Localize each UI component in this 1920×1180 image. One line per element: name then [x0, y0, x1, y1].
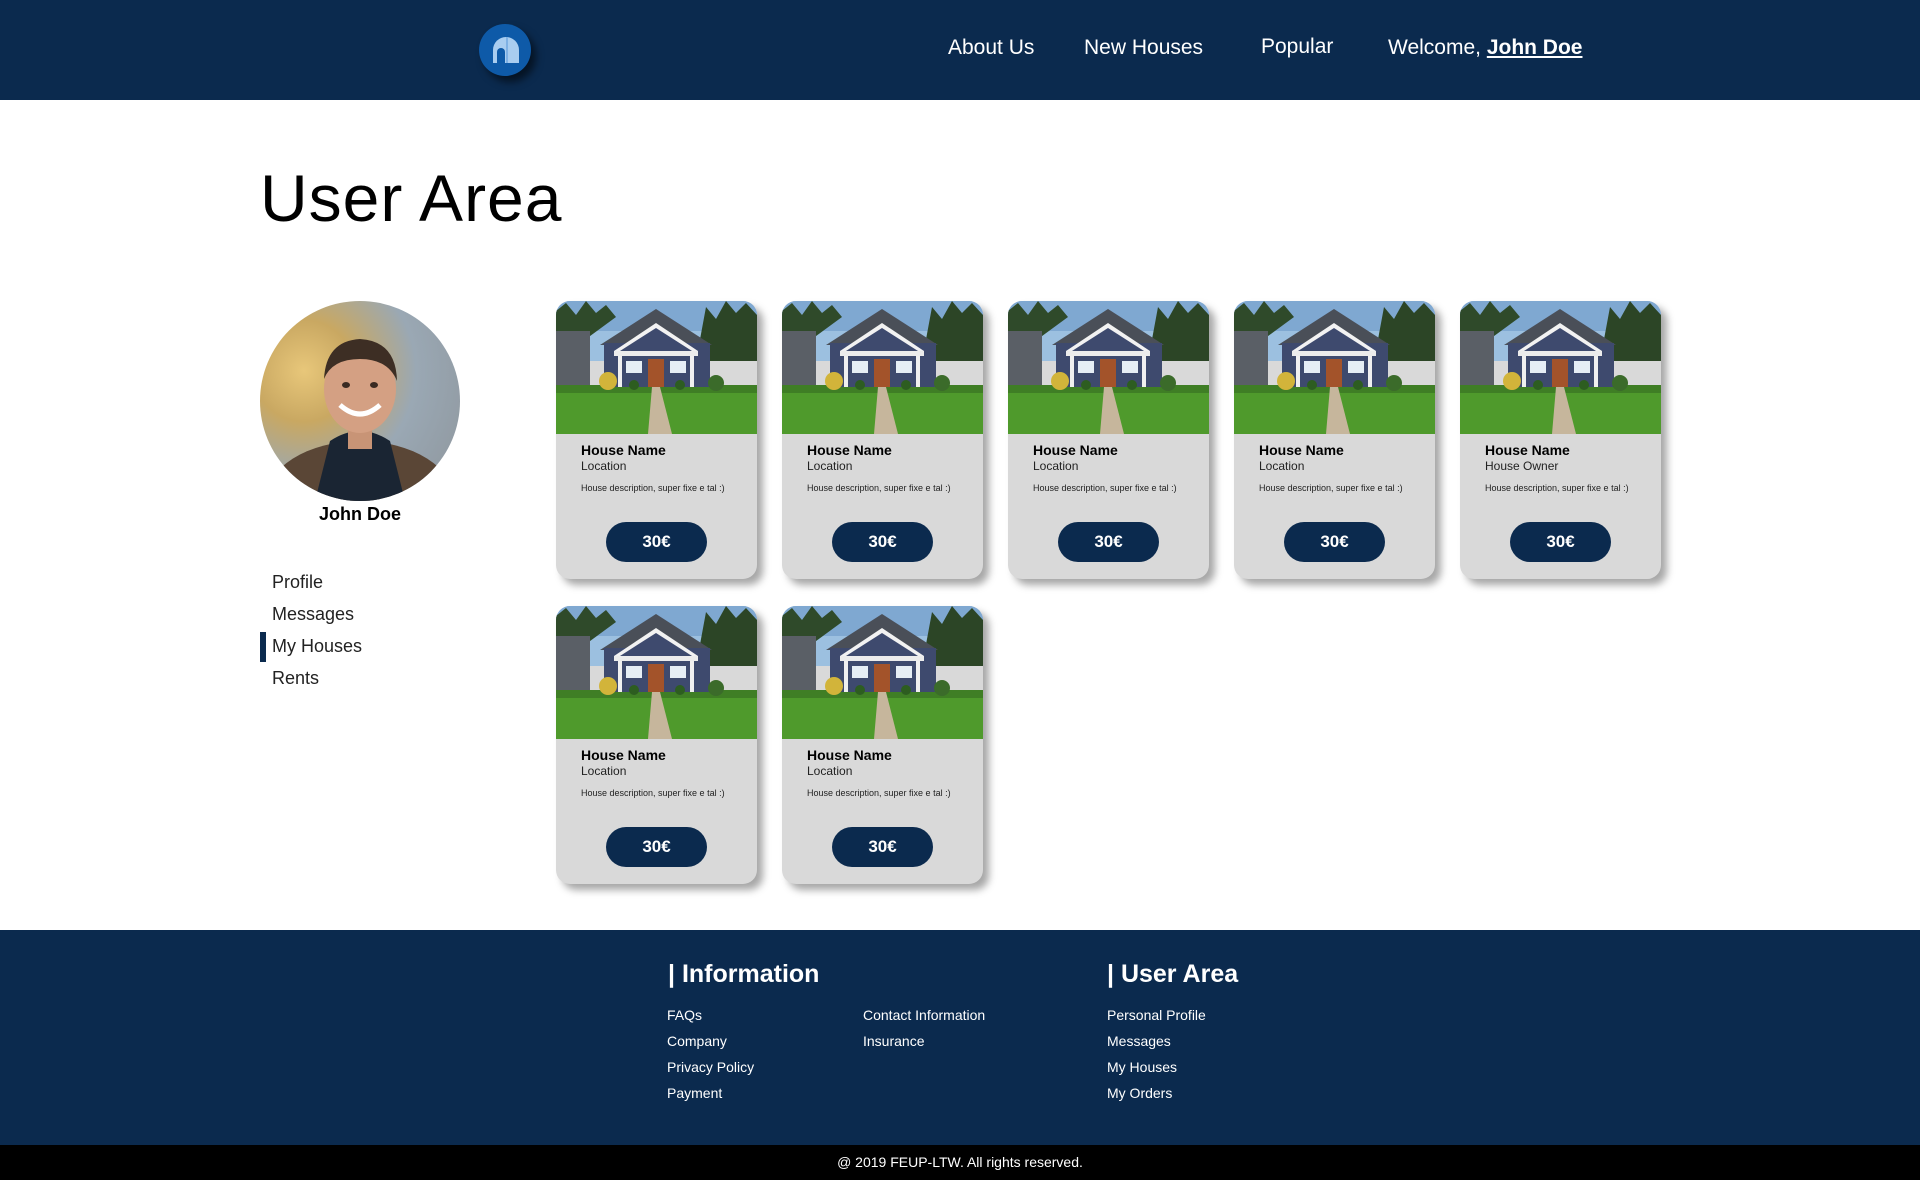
house-photo [1008, 301, 1209, 434]
house-description: House description, super fixe e tal :) [1259, 483, 1403, 493]
footer-link-payment[interactable]: Payment [667, 1084, 754, 1110]
house-photo [782, 301, 983, 434]
footer-link-company[interactable]: Company [667, 1032, 754, 1058]
footer-link-faqs[interactable]: FAQs [667, 1006, 754, 1032]
footer: | Information FAQs Company Privacy Polic… [0, 930, 1920, 1145]
house-description: House description, super fixe e tal :) [807, 483, 951, 493]
house-subtitle: Location [1033, 459, 1079, 473]
nav-popular[interactable]: Popular [1261, 35, 1333, 59]
sidebar-item-profile[interactable]: Profile [260, 566, 362, 598]
price-button[interactable]: 30€ [606, 522, 707, 562]
nav-new-houses[interactable]: New Houses [1084, 36, 1203, 60]
house-card[interactable]: House Name Location House description, s… [782, 301, 983, 579]
welcome-user-link[interactable]: Welcome, John Doe [1388, 36, 1582, 60]
footer-information-col1: FAQs Company Privacy Policy Payment [667, 1006, 754, 1110]
page-title: User Area [260, 161, 563, 235]
sidebar-item-my-houses[interactable]: My Houses [260, 630, 362, 662]
price-button[interactable]: 30€ [832, 522, 933, 562]
footer-information-col2: Contact Information Insurance [863, 1006, 985, 1058]
footer-link-insurance[interactable]: Insurance [863, 1032, 985, 1058]
house-card[interactable]: House Name Location House description, s… [782, 606, 983, 884]
house-card[interactable]: House Name Location House description, s… [1008, 301, 1209, 579]
house-name: House Name [1033, 442, 1118, 458]
price-button[interactable]: 30€ [1058, 522, 1159, 562]
price-button[interactable]: 30€ [1284, 522, 1385, 562]
house-subtitle: Location [807, 459, 853, 473]
footer-user-area-col: Personal Profile Messages My Houses My O… [1107, 1006, 1206, 1110]
house-photo [1460, 301, 1661, 434]
copyright-bar: @ 2019 FEUP-LTW. All rights reserved. [0, 1145, 1920, 1180]
house-subtitle: Location [581, 459, 627, 473]
footer-link-messages[interactable]: Messages [1107, 1032, 1206, 1058]
nav-about-us[interactable]: About Us [948, 36, 1034, 60]
price-button[interactable]: 30€ [1510, 522, 1611, 562]
sidebar-item-rents[interactable]: Rents [260, 662, 362, 694]
house-name: House Name [581, 442, 666, 458]
house-name: House Name [581, 747, 666, 763]
house-subtitle: Location [581, 764, 627, 778]
house-name: House Name [807, 442, 892, 458]
house-description: House description, super fixe e tal :) [807, 788, 951, 798]
footer-user-area-heading: | User Area [1107, 960, 1239, 988]
footer-link-contact-information[interactable]: Contact Information [863, 1006, 985, 1032]
house-description: House description, super fixe e tal :) [1485, 483, 1629, 493]
house-subtitle: Location [1259, 459, 1305, 473]
sidebar-item-messages[interactable]: Messages [260, 598, 362, 630]
footer-link-personal-profile[interactable]: Personal Profile [1107, 1006, 1206, 1032]
price-button[interactable]: 30€ [606, 827, 707, 867]
house-photo [556, 301, 757, 434]
house-subtitle: Location [807, 764, 853, 778]
house-card[interactable]: House Name Location House description, s… [1234, 301, 1435, 579]
footer-link-my-houses[interactable]: My Houses [1107, 1058, 1206, 1084]
footer-link-my-orders[interactable]: My Orders [1107, 1084, 1206, 1110]
house-name: House Name [1485, 442, 1570, 458]
house-card[interactable]: House Name Location House description, s… [556, 606, 757, 884]
welcome-prefix: Welcome, [1388, 36, 1487, 59]
house-photo [782, 606, 983, 739]
top-navbar: About Us New Houses Popular Welcome, Joh… [0, 0, 1920, 100]
house-name: House Name [1259, 442, 1344, 458]
house-description: House description, super fixe e tal :) [581, 788, 725, 798]
avatar [260, 301, 460, 501]
footer-information-heading: | Information [668, 960, 820, 988]
igloo-logo-icon[interactable] [479, 24, 531, 76]
house-description: House description, super fixe e tal :) [1033, 483, 1177, 493]
sidebar-user-name: John Doe [318, 504, 401, 524]
house-photo [1234, 301, 1435, 434]
house-card[interactable]: House Name Location House description, s… [556, 301, 757, 579]
welcome-username[interactable]: John Doe [1487, 36, 1583, 59]
house-description: House description, super fixe e tal :) [581, 483, 725, 493]
footer-link-privacy-policy[interactable]: Privacy Policy [667, 1058, 754, 1084]
house-card[interactable]: House Name House Owner House description… [1460, 301, 1661, 579]
house-subtitle: House Owner [1485, 459, 1559, 473]
sidebar-menu: Profile Messages My Houses Rents [260, 566, 362, 694]
house-photo [556, 606, 757, 739]
price-button[interactable]: 30€ [832, 827, 933, 867]
house-name: House Name [807, 747, 892, 763]
